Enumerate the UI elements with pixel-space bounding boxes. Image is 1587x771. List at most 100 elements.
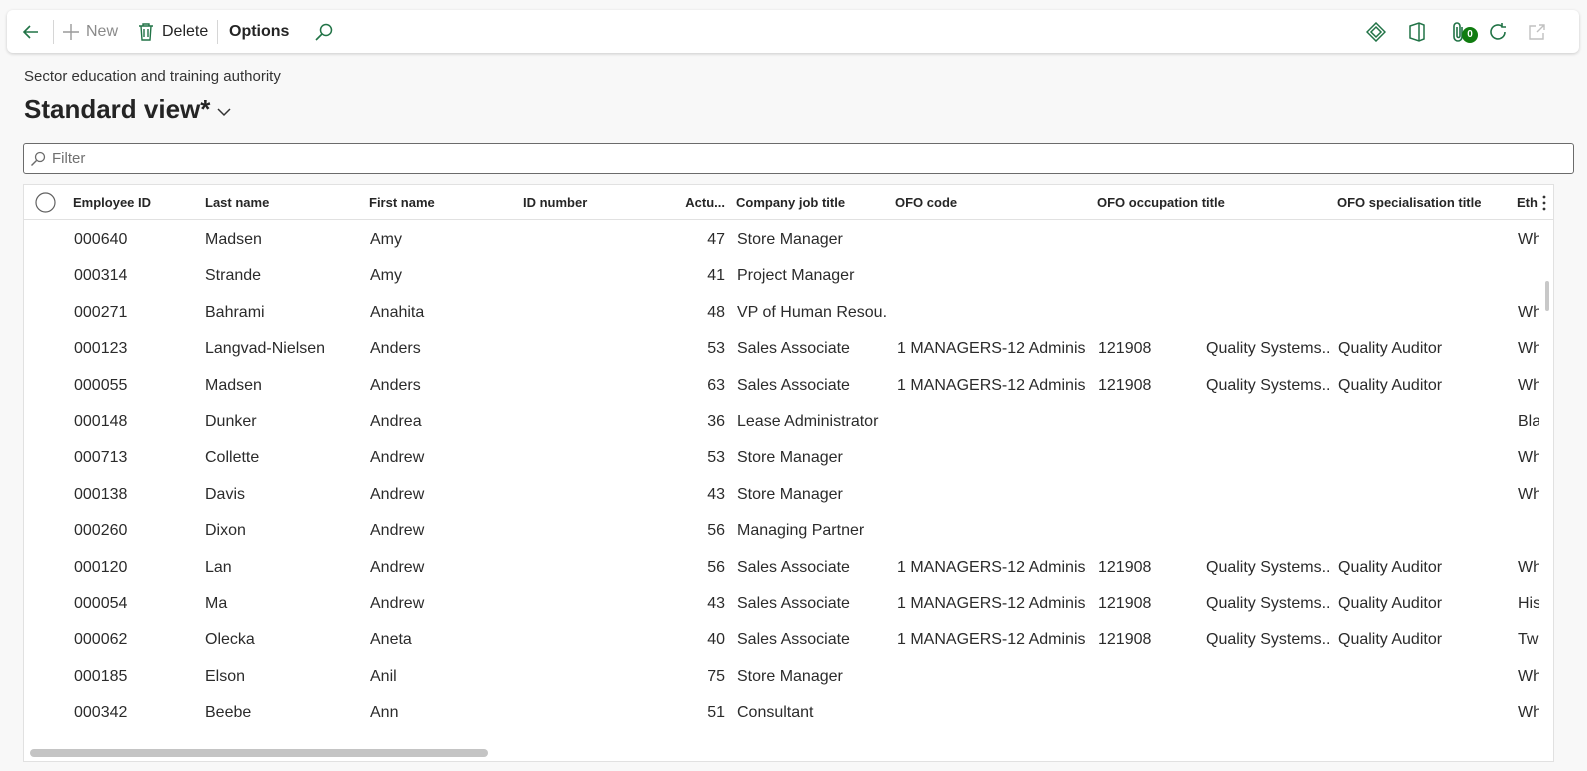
first-name-cell: Andrew bbox=[370, 449, 425, 467]
office-button[interactable] bbox=[1408, 10, 1426, 53]
first-name-cell: Andrew bbox=[370, 522, 425, 540]
actual-age-cell: 53 bbox=[707, 340, 725, 358]
options-button[interactable]: Options bbox=[229, 10, 289, 53]
actual-age-cell: 47 bbox=[707, 231, 725, 248]
ofo-occupation-title-cell bbox=[1206, 222, 1331, 258]
horizontal-scrollbar[interactable] bbox=[30, 749, 488, 757]
first-name-cell: Andrew bbox=[370, 595, 425, 612]
view-selector[interactable]: Standard view * bbox=[24, 94, 231, 125]
table-row[interactable]: 000123 Langvad-Nielsen Anders 53 Sales Assoc… bbox=[24, 331, 1539, 367]
ethnicity-cell: Wh bbox=[1518, 376, 1539, 394]
ofo-code-cell bbox=[897, 258, 1087, 294]
ethnicity-cell: His bbox=[1518, 595, 1539, 612]
search-icon bbox=[30, 151, 46, 167]
open-new-window-button[interactable] bbox=[1528, 10, 1546, 53]
diamond-icon bbox=[1366, 21, 1386, 42]
id-number-cell bbox=[523, 368, 663, 404]
filter-input[interactable] bbox=[52, 150, 1452, 167]
company-job-title-cell: Lease Administrator bbox=[737, 413, 879, 430]
action-pane: New Delete Options 0 bbox=[7, 10, 1579, 53]
last-name-cell: Bahrami bbox=[205, 303, 265, 321]
select-all-checkbox[interactable] bbox=[35, 192, 56, 213]
filter-box[interactable] bbox=[23, 143, 1574, 174]
ofo-specialisation-title-cell bbox=[1338, 295, 1508, 331]
id-number-cell bbox=[523, 659, 663, 695]
ethnicity-cell: Wh bbox=[1518, 231, 1539, 248]
ofo-occupation-code-cell: 121908 bbox=[1098, 595, 1152, 612]
table-row[interactable]: 000062 Olecka Aneta 40 Sales Associate 1 MANA… bbox=[24, 622, 1539, 658]
more-vertical-icon[interactable] bbox=[1541, 195, 1547, 211]
employee-id-cell: 000054 bbox=[74, 595, 128, 612]
view-name: Standard view bbox=[24, 94, 201, 124]
ofo-code-cell bbox=[897, 695, 1087, 731]
table-row[interactable]: 000120 Lan Andrew 56 Sales Associate 1 MANAGE… bbox=[24, 550, 1539, 586]
last-name-cell: Elson bbox=[205, 667, 246, 685]
ofo-occupation-title-cell bbox=[1206, 440, 1331, 476]
column-header-first-name[interactable]: First name bbox=[369, 185, 509, 220]
company-job-title-cell: Store Manager bbox=[737, 667, 843, 685]
table-row[interactable]: 000342 Beebe Ann 51 Consultant Wh bbox=[24, 695, 1539, 731]
company-job-title-cell: VP of Human Resou... bbox=[737, 303, 887, 321]
column-header-id-number[interactable]: ID number bbox=[523, 185, 663, 220]
ofo-occupation-title-cell bbox=[1206, 258, 1331, 294]
first-name-cell: Anil bbox=[370, 667, 397, 685]
toolbar-separator bbox=[217, 20, 218, 44]
table-row[interactable]: 000314 Strande Amy 41 Project Manager bbox=[24, 258, 1539, 294]
table-row[interactable]: 000260 Dixon Andrew 56 Managing Partner bbox=[24, 513, 1539, 549]
table-row[interactable]: 000054 Ma Andrew 43 Sales Associate 1 MANAGER… bbox=[24, 586, 1539, 622]
column-header-ethnicity[interactable]: Eth bbox=[1517, 185, 1539, 220]
actual-age-cell: 56 bbox=[707, 522, 725, 540]
table-row[interactable]: 000640 Madsen Amy 47 Store Manager Wh bbox=[24, 222, 1539, 258]
actual-age-cell: 41 bbox=[707, 267, 725, 285]
power-apps-button[interactable] bbox=[1366, 10, 1386, 53]
column-header-ofo-code[interactable]: OFO code bbox=[895, 185, 1085, 220]
last-name-cell: Langvad-Nielsen bbox=[205, 340, 326, 358]
id-number-cell bbox=[523, 404, 663, 440]
column-header-actual-age[interactable]: Actu... bbox=[681, 185, 725, 220]
employee-id-cell: 000640 bbox=[74, 231, 128, 248]
column-header-ofo-occupation-title[interactable]: OFO occupation title bbox=[1097, 185, 1327, 220]
column-header-last-name[interactable]: Last name bbox=[205, 185, 355, 220]
ofo-occupation-title-cell: Quality Systems... bbox=[1206, 558, 1331, 576]
ethnicity-cell: Wh bbox=[1518, 558, 1539, 576]
ofo-occupation-code-cell bbox=[1098, 258, 1198, 294]
office-icon bbox=[1408, 21, 1426, 42]
ofo-specialisation-title-cell: Quality Auditor bbox=[1338, 558, 1443, 576]
table-row[interactable]: 000185 Elson Anil 75 Store Manager Wh bbox=[24, 659, 1539, 695]
delete-button[interactable]: Delete bbox=[138, 10, 208, 53]
ofo-occupation-title-cell: Quality Systems... bbox=[1206, 376, 1331, 394]
search-button[interactable] bbox=[314, 10, 334, 53]
ofo-occupation-title-cell bbox=[1206, 477, 1331, 513]
refresh-button[interactable] bbox=[1487, 10, 1509, 53]
page-caption: Sector education and training authority bbox=[24, 68, 281, 85]
company-job-title-cell: Sales Associate bbox=[737, 376, 850, 394]
company-job-title-cell: Managing Partner bbox=[737, 522, 865, 540]
table-row[interactable]: 000271 Bahrami Anahita 48 VP of Human Resou.… bbox=[24, 295, 1539, 331]
actual-age-cell: 56 bbox=[707, 558, 725, 576]
employee-id-cell: 000713 bbox=[74, 449, 128, 467]
column-header-employee-id[interactable]: Employee ID bbox=[73, 185, 193, 220]
first-name-cell: Anders bbox=[370, 340, 421, 358]
ofo-specialisation-title-cell: Quality Auditor bbox=[1338, 340, 1443, 358]
ethnicity-cell: Wh bbox=[1518, 303, 1539, 321]
search-icon bbox=[314, 22, 334, 42]
column-header-company-job-title[interactable]: Company job title bbox=[736, 185, 886, 220]
employee-id-cell: 000342 bbox=[74, 704, 128, 722]
last-name-cell: Dixon bbox=[205, 522, 246, 540]
table-row[interactable]: 000148 Dunker Andrea 36 Lease Administrator B… bbox=[24, 404, 1539, 440]
company-job-title-cell: Sales Associate bbox=[737, 558, 850, 576]
ofo-occupation-code-cell bbox=[1098, 477, 1198, 513]
table-row[interactable]: 000713 Collette Andrew 53 Store Manager Wh bbox=[24, 440, 1539, 476]
new-button[interactable]: New bbox=[62, 10, 118, 53]
last-name-cell: Lan bbox=[205, 558, 232, 576]
ofo-occupation-code-cell bbox=[1098, 222, 1198, 258]
ofo-code-cell: 1 MANAGERS-12 Adminis... bbox=[897, 376, 1087, 394]
table-row[interactable]: 000138 Davis Andrew 43 Store Manager Wh bbox=[24, 477, 1539, 513]
id-number-cell bbox=[523, 622, 663, 658]
back-button[interactable] bbox=[21, 10, 45, 53]
first-name-cell: Andrew bbox=[370, 558, 425, 576]
table-row[interactable]: 000055 Madsen Anders 63 Sales Associate 1 MAN… bbox=[24, 368, 1539, 404]
employee-id-cell: 000260 bbox=[74, 522, 128, 540]
vertical-scrollbar[interactable] bbox=[1545, 281, 1549, 311]
column-header-ofo-specialisation-title[interactable]: OFO specialisation title bbox=[1337, 185, 1507, 220]
